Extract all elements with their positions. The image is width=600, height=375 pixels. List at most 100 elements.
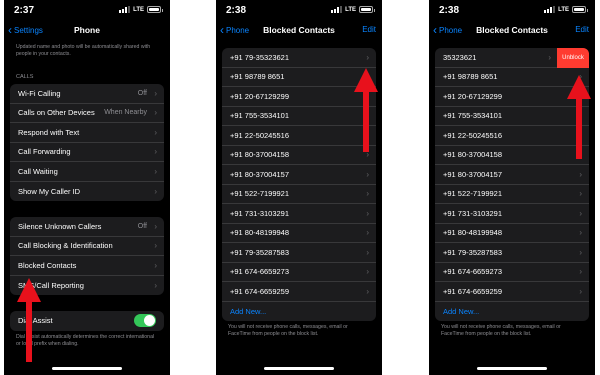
up-arrow-annotation: [567, 75, 591, 159]
blocked-number: 35323621: [443, 52, 477, 62]
blocked-number-row[interactable]: +91 79-35323621 ›: [222, 48, 376, 68]
chevron-right-icon: ›: [366, 208, 369, 218]
blocked-number: +91 522-7199921: [230, 189, 290, 199]
row-blocked-contacts[interactable]: Blocked Contacts ›: [10, 256, 164, 276]
blocked-contacts-swipe-screen: 2:38 LTE ‹ Phone Blocked Contacts Edit 35…: [429, 0, 595, 375]
chevron-right-icon: ›: [548, 52, 551, 62]
home-indicator: [477, 367, 547, 370]
blocked-number: +91 20-67129299: [443, 91, 503, 101]
status-time: 2:38: [226, 5, 247, 16]
up-arrow-annotation: [17, 278, 41, 362]
nav-bar: ‹ Phone Blocked Contacts Edit: [216, 22, 382, 42]
blocked-number-row[interactable]: +91 674-6659273 ›: [222, 263, 376, 282]
signal-icon: [331, 6, 343, 13]
blocked-number-row[interactable]: +91 522-7199921 ›: [222, 185, 376, 204]
row-wifi-calling[interactable]: Wi-Fi Calling Off ›: [10, 84, 164, 104]
blocked-contacts-screen: 2:38 LTE ‹ Phone Blocked Contacts Edit +9…: [216, 0, 382, 375]
blocked-number: +91 98789 8651: [443, 72, 498, 82]
unblock-button[interactable]: Unblock: [557, 48, 589, 68]
chevron-right-icon: ›: [366, 286, 369, 296]
calls-section-header: CALLS: [16, 74, 34, 80]
chevron-right-icon: ›: [579, 286, 582, 296]
row-silence-unknown[interactable]: Silence Unknown Callers Off ›: [10, 217, 164, 237]
blocked-number: +91 674-6659273: [443, 267, 503, 277]
row-call-blocking[interactable]: Call Blocking & Identification ›: [10, 237, 164, 256]
blocked-number-row[interactable]: +91 674-6659259 ›: [222, 282, 376, 302]
blocked-number: +91 22-50245516: [443, 130, 503, 140]
status-bar: 2:37 LTE: [4, 0, 170, 22]
battery-icon: [359, 6, 375, 13]
chevron-right-icon: ›: [154, 241, 157, 251]
shared-name-note: Updated name and photo will be automatic…: [16, 44, 151, 57]
chevron-right-icon: ›: [154, 186, 157, 196]
chevron-right-icon: ›: [154, 260, 157, 270]
blocked-number: +91 80-37004158: [230, 150, 290, 160]
add-new-button[interactable]: Add New...: [435, 302, 589, 322]
blocked-number-row[interactable]: +91 79-35287583 ›: [222, 243, 376, 263]
signal-icon: [119, 6, 131, 13]
blocked-number-row[interactable]: +91 674-6659273 ›: [435, 263, 589, 282]
chevron-right-icon: ›: [154, 221, 157, 231]
blocked-number-row[interactable]: +91 80-48199948 ›: [222, 224, 376, 243]
chevron-right-icon: ›: [366, 169, 369, 179]
calls-group: Wi-Fi Calling Off › Calls on Other Devices…: [10, 84, 164, 201]
row-call-forwarding[interactable]: Call Forwarding ›: [10, 143, 164, 162]
blocked-number: +91 674-6659259: [443, 286, 503, 296]
chevron-right-icon: ›: [579, 169, 582, 179]
network-type: LTE: [345, 6, 356, 13]
blocked-number: +91 80-48199948: [443, 228, 503, 238]
chevron-right-icon: ›: [579, 267, 582, 277]
chevron-right-icon: ›: [579, 189, 582, 199]
blocked-number: +91 674-6659273: [230, 267, 290, 277]
blocked-number: +91 79-35287583: [443, 247, 503, 257]
blocked-number: +91 20-67129299: [230, 91, 290, 101]
home-indicator: [52, 367, 122, 370]
blocked-number: +91 522-7199921: [443, 189, 503, 199]
chevron-right-icon: ›: [579, 247, 582, 257]
edit-button[interactable]: Edit: [362, 25, 376, 34]
blocked-number: +91 98789 8651: [230, 72, 285, 82]
blocked-number: +91 674-6659259: [230, 286, 290, 296]
blocked-number-row[interactable]: +91 522-7199921 ›: [435, 185, 589, 204]
blocked-number-row[interactable]: +91 80-37004157 ›: [435, 165, 589, 185]
chevron-right-icon: ›: [366, 247, 369, 257]
status-time: 2:37: [14, 5, 35, 16]
status-time: 2:38: [439, 5, 460, 16]
chevron-right-icon: ›: [366, 228, 369, 238]
chevron-right-icon: ›: [366, 52, 369, 62]
blocked-number-row[interactable]: +91 674-6659259 ›: [435, 282, 589, 302]
blocked-number: +91 79-35323621: [230, 52, 290, 62]
row-calls-other-devices[interactable]: Calls on Other Devices When Nearby ›: [10, 104, 164, 123]
dial-assist-toggle[interactable]: [134, 314, 156, 328]
blocked-number-row[interactable]: +91 731-3103291 ›: [435, 204, 589, 224]
chevron-right-icon: ›: [366, 267, 369, 277]
blocked-number-row[interactable]: +91 79-35287583 ›: [435, 243, 589, 263]
chevron-right-icon: ›: [154, 127, 157, 137]
blocked-number: +91 731-3103291: [443, 208, 503, 218]
add-new-button[interactable]: Add New...: [222, 302, 376, 322]
chevron-right-icon: ›: [579, 208, 582, 218]
blocked-number: +91 755-3534101: [230, 111, 290, 121]
chevron-right-icon: ›: [154, 280, 157, 290]
row-show-caller-id[interactable]: Show My Caller ID ›: [10, 182, 164, 202]
edit-button[interactable]: Edit: [575, 25, 589, 34]
signal-icon: [544, 6, 556, 13]
blocked-number-row[interactable]: 35323621 › Unblock: [435, 48, 589, 68]
page-title: Blocked Contacts: [476, 25, 548, 35]
blocked-number: +91 80-37004157: [230, 169, 290, 179]
chevron-right-icon: ›: [154, 88, 157, 98]
blocked-number: +91 22-50245516: [230, 130, 290, 140]
row-respond-with-text[interactable]: Respond with Text ›: [10, 123, 164, 143]
blocked-number: +91 80-37004158: [443, 150, 503, 160]
blocked-number-row[interactable]: +91 80-48199948 ›: [435, 224, 589, 243]
row-call-waiting[interactable]: Call Waiting ›: [10, 162, 164, 182]
chevron-right-icon: ›: [154, 147, 157, 157]
status-bar: 2:38 LTE: [429, 0, 595, 22]
blocked-number-row[interactable]: +91 731-3103291 ›: [222, 204, 376, 224]
battery-icon: [147, 6, 163, 13]
phone-settings-screen: 2:37 LTE ‹ Settings Phone Updated name an…: [4, 0, 170, 375]
chevron-right-icon: ›: [366, 189, 369, 199]
block-list-footer: You will not receive phone calls, messag…: [228, 324, 348, 337]
chevron-right-icon: ›: [579, 228, 582, 238]
blocked-number-row[interactable]: +91 80-37004157 ›: [222, 165, 376, 185]
